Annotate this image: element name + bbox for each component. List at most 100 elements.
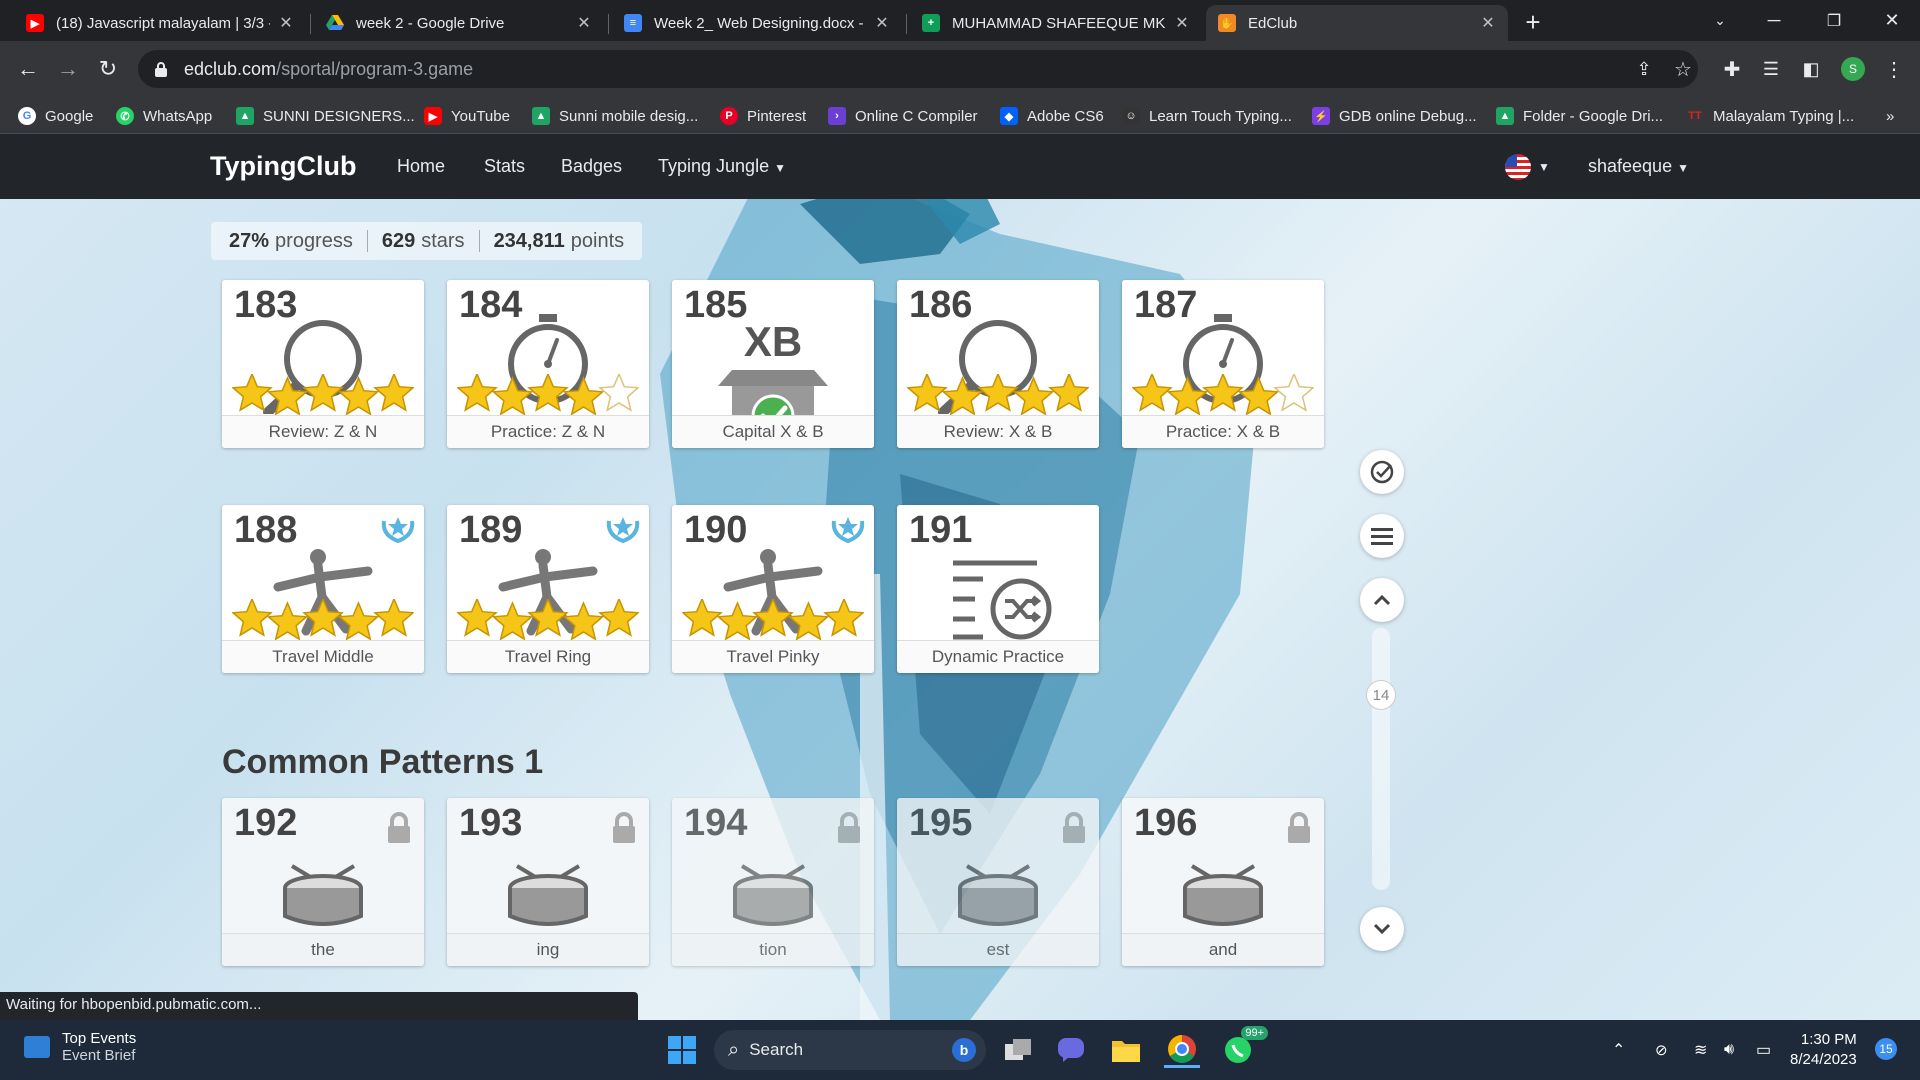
lesson-card-189[interactable]: 189 Travel Ring bbox=[447, 505, 649, 673]
address-bar[interactable]: edclub.com/sportal/program-3.game bbox=[138, 50, 1698, 88]
lock-icon bbox=[155, 62, 167, 77]
clock-time: 1:30 PM bbox=[1800, 1031, 1857, 1048]
star-filled-icon bbox=[562, 601, 605, 641]
lesson-card-194[interactable]: 194 tion bbox=[672, 798, 874, 966]
bookmark-learn-touch-typing[interactable]: ☺ Learn Touch Typing... bbox=[1122, 104, 1292, 128]
typingclub-logo[interactable]: TypingClub bbox=[210, 151, 356, 182]
lesson-label: Travel Middle bbox=[222, 640, 424, 673]
teams-chat-button[interactable] bbox=[1053, 1032, 1089, 1068]
bookmark-sunni-designers[interactable]: ▲ SUNNI DESIGNERS... bbox=[236, 104, 415, 128]
profile-avatar[interactable]: S bbox=[1841, 57, 1865, 81]
forward-button[interactable]: → bbox=[52, 53, 84, 85]
bookmark-pinterest[interactable]: P Pinterest bbox=[720, 104, 806, 128]
close-icon[interactable]: ✕ bbox=[1174, 13, 1190, 33]
lesson-card-186[interactable]: 186 Review: X & B bbox=[897, 280, 1099, 448]
share-icon[interactable]: ⇪ bbox=[1630, 55, 1658, 83]
show-hidden-icons-button[interactable]: ⌃ bbox=[1612, 1020, 1625, 1080]
bookmark-online-c-compiler[interactable]: › Online C Compiler bbox=[828, 104, 978, 128]
star-filled-icon bbox=[373, 599, 414, 637]
lesson-card-192[interactable]: 192 the bbox=[222, 798, 424, 966]
widgets-button[interactable]: Top Events Event Brief bbox=[24, 1030, 136, 1064]
bookmark-label: GDB online Debug... bbox=[1339, 107, 1477, 125]
nav-typing-jungle[interactable]: Typing Jungle ▼ bbox=[658, 156, 786, 177]
user-menu[interactable]: shafeeque ▼ bbox=[1588, 156, 1689, 177]
start-button[interactable] bbox=[664, 1032, 700, 1068]
wifi-icon[interactable]: ≋ bbox=[1694, 1020, 1707, 1080]
close-window-button[interactable]: ✕ bbox=[1864, 0, 1920, 41]
tab-google-sheets[interactable]: + MUHAMMAD SHAFEEQUE MK BC ✕ bbox=[910, 5, 1202, 41]
scroll-track[interactable] bbox=[1372, 628, 1390, 890]
bookmark-label: WhatsApp bbox=[143, 107, 213, 125]
notification-count-badge[interactable]: 15 bbox=[1875, 1038, 1897, 1060]
minimize-button[interactable]: ─ bbox=[1746, 0, 1802, 41]
lesson-card-184[interactable]: 184 Practice: Z & N bbox=[447, 280, 649, 448]
bookmark-malayalam-typing[interactable]: TT Malayalam Typing |... bbox=[1686, 104, 1854, 128]
taskbar-search[interactable]: ⌕ Search b bbox=[714, 1030, 986, 1070]
reload-button[interactable]: ↻ bbox=[92, 53, 124, 85]
menu-kebab-icon[interactable]: ⋮ bbox=[1880, 55, 1908, 83]
restore-button[interactable]: ❐ bbox=[1806, 0, 1862, 41]
close-icon[interactable]: ✕ bbox=[576, 13, 592, 33]
bookmark-whatsapp[interactable]: ✆ WhatsApp bbox=[116, 104, 212, 128]
bookmark-label: SUNNI DESIGNERS... bbox=[263, 107, 415, 125]
dropbox-icon: ◆ bbox=[1000, 107, 1018, 125]
scroll-down-button[interactable] bbox=[1360, 907, 1404, 951]
bookmark-star-icon[interactable]: ☆ bbox=[1669, 55, 1697, 83]
bookmark-folder-google-drive[interactable]: ▲ Folder - Google Dri... bbox=[1496, 104, 1663, 128]
media-control-icon[interactable]: ☰ bbox=[1757, 55, 1785, 83]
tab-edclub[interactable]: ✋ EdClub ✕ bbox=[1206, 5, 1508, 41]
system-clock[interactable]: 1:30 PM 8/24/2023 bbox=[1790, 1030, 1857, 1070]
points-count: 234,811 bbox=[493, 229, 565, 252]
star-filled-icon bbox=[232, 599, 273, 637]
nav-badges[interactable]: Badges bbox=[561, 156, 622, 177]
new-tab-button[interactable]: + bbox=[1518, 8, 1548, 38]
page-content: TypingClub Home Stats Badges Typing Jung… bbox=[0, 134, 1920, 1020]
lesson-card-190[interactable]: 190 Travel Pinky bbox=[672, 505, 874, 673]
nav-stats[interactable]: Stats bbox=[484, 156, 525, 177]
nav-home[interactable]: Home bbox=[397, 156, 445, 177]
scroll-position-indicator[interactable]: 14 bbox=[1366, 680, 1396, 710]
widget-subtitle: Event Brief bbox=[62, 1047, 136, 1064]
battery-icon[interactable]: ▭ bbox=[1756, 1020, 1771, 1080]
lesson-card-193[interactable]: 193 ing bbox=[447, 798, 649, 966]
bookmark-gdb-online[interactable]: ⚡ GDB online Debug... bbox=[1312, 104, 1477, 128]
back-button[interactable]: ← bbox=[12, 53, 44, 85]
tab-youtube[interactable]: ▶ (18) Javascript malayalam | 3/3 - Y ✕ bbox=[14, 5, 306, 41]
close-icon[interactable]: ✕ bbox=[874, 13, 890, 33]
lesson-number: 192 bbox=[234, 802, 298, 844]
scroll-up-button[interactable] bbox=[1360, 578, 1404, 622]
extensions-icon[interactable]: ✚ bbox=[1718, 55, 1746, 83]
bookmark-label: Adobe CS6 bbox=[1027, 107, 1104, 125]
lesson-card-195[interactable]: 195 est bbox=[897, 798, 1099, 966]
bookmarks-overflow-button[interactable]: » bbox=[1886, 104, 1894, 128]
close-icon[interactable]: ✕ bbox=[1480, 13, 1496, 33]
lesson-card-196[interactable]: 196 and bbox=[1122, 798, 1324, 966]
bookmark-adobe-cs6[interactable]: ◆ Adobe CS6 bbox=[1000, 104, 1104, 128]
completed-filter-button[interactable] bbox=[1360, 450, 1404, 494]
bookmark-label: Learn Touch Typing... bbox=[1149, 107, 1292, 125]
bookmark-sunni-mobile[interactable]: ▲ Sunni mobile desig... bbox=[532, 104, 698, 128]
close-icon[interactable]: ✕ bbox=[278, 13, 294, 33]
lesson-card-187[interactable]: 187 Practice: X & B bbox=[1122, 280, 1324, 448]
tab-google-drive[interactable]: week 2 - Google Drive ✕ bbox=[314, 5, 604, 41]
chrome-taskbar-button[interactable] bbox=[1164, 1032, 1200, 1068]
us-flag-icon[interactable] bbox=[1505, 154, 1531, 180]
side-panel-icon[interactable]: ◧ bbox=[1797, 55, 1825, 83]
caret-down-icon[interactable]: ▼ bbox=[1538, 160, 1550, 174]
network-off-icon[interactable]: ⊘ bbox=[1655, 1020, 1668, 1080]
windows-logo-icon bbox=[668, 1036, 696, 1064]
list-view-button[interactable] bbox=[1360, 514, 1404, 558]
task-view-button[interactable] bbox=[1000, 1032, 1036, 1068]
file-explorer-button[interactable] bbox=[1108, 1032, 1144, 1068]
volume-icon[interactable]: 🔊︎ bbox=[1724, 1020, 1734, 1080]
lesson-card-188[interactable]: 188 Travel Middle bbox=[222, 505, 424, 673]
lesson-card-191[interactable]: 191 Dynamic Practice bbox=[897, 505, 1099, 673]
tab-google-docs[interactable]: ≡ Week 2_ Web Designing.docx - Go ✕ bbox=[612, 5, 902, 41]
lesson-card-185[interactable]: 185 XB Capital X & B bbox=[672, 280, 874, 448]
lesson-card-183[interactable]: 183 Review: Z & N bbox=[222, 280, 424, 448]
bookmark-google[interactable]: G Google bbox=[18, 104, 93, 128]
star-filled-icon bbox=[266, 376, 309, 416]
whatsapp-taskbar-button[interactable]: 99+ bbox=[1220, 1026, 1268, 1068]
bookmark-youtube[interactable]: ▶ YouTube bbox=[424, 104, 510, 128]
tab-search-chevron-icon[interactable]: ⌄ bbox=[1692, 0, 1748, 41]
